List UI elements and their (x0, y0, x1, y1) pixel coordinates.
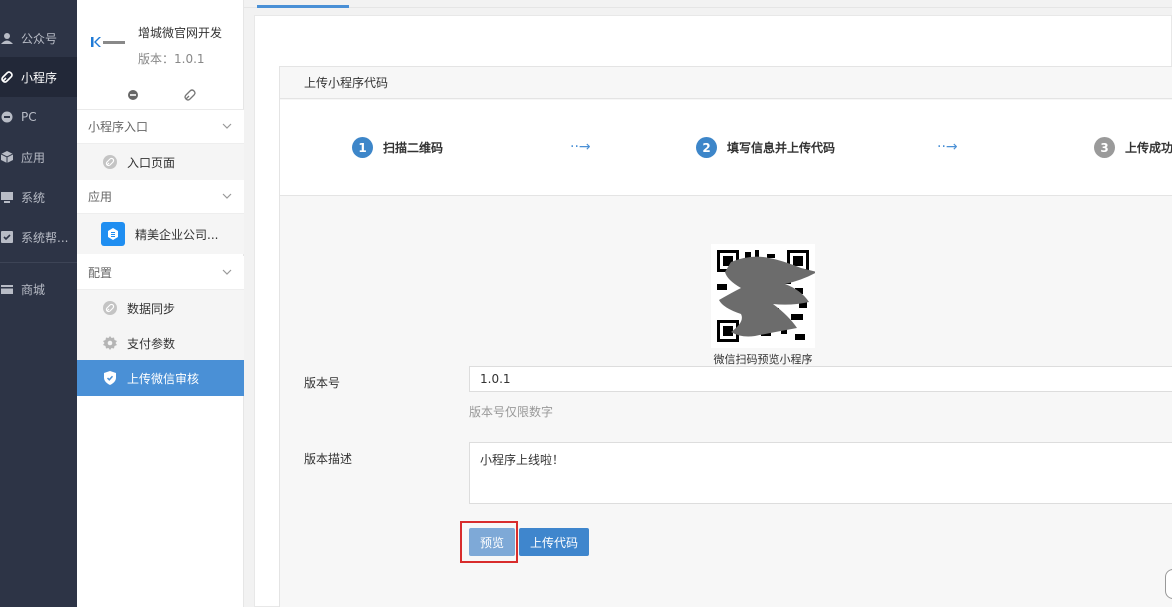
step-label: 填写信息并上传代码 (727, 141, 836, 155)
nav-item-label: 小程序 (21, 70, 58, 85)
nav-item-system-help[interactable]: 系统帮... (0, 217, 77, 257)
step-label: 上传成功 (1125, 141, 1172, 155)
sidebar-item-label: 上传微信审核 (127, 371, 200, 386)
brand-header: 增城微官网开发 版本：1.0.1 (77, 0, 244, 110)
link-icon (1, 71, 13, 83)
main-nav: 公众号 小程序 PC 应用 系统 系统帮... 商城 (0, 0, 77, 607)
app-root: 公众号 小程序 PC 应用 系统 系统帮... 商城 增城微官网开发 版本：1.… (0, 0, 1172, 607)
secondary-sidebar: 增城微官网开发 版本：1.0.1 小程序入口 入口页面 应用 精美企业公司...… (77, 0, 244, 607)
nav-item-label: 公众号 (21, 31, 58, 46)
monitor-icon (1, 192, 13, 203)
user-icon (1, 33, 13, 44)
nav-item-label: 系统 (21, 190, 46, 205)
sidebar-item-label: 支付参数 (127, 336, 176, 351)
scroll-handle[interactable] (1165, 569, 1172, 599)
section-title: 小程序入口 (88, 120, 149, 134)
link-icon (103, 155, 117, 169)
description-textarea[interactable]: 小程序上线啦！ (469, 442, 1172, 504)
store-icon (1, 285, 13, 294)
sidebar-item-label: 入口页面 (127, 155, 176, 170)
sidebar-item-label: 精美企业公司... (135, 227, 219, 242)
section-title: 配置 (88, 266, 113, 280)
preview-button[interactable]: 预览 (469, 528, 515, 556)
nav-divider (0, 262, 77, 263)
brand-name: 增城微官网开发 (138, 26, 223, 40)
step-label: 扫描二维码 (383, 141, 444, 155)
active-tab-indicator (257, 5, 349, 8)
nav-item-label: PC (21, 110, 37, 124)
step-bar: 1 扫描二维码 ··→ 2 填写信息并上传代码 ··→ 3 上传成功 (280, 100, 1172, 196)
section-config[interactable]: 配置 (77, 256, 244, 290)
chevron-down-icon (222, 193, 232, 199)
qr-caption: 微信扫码预览小程序 (713, 353, 813, 366)
section-title: 应用 (88, 190, 113, 204)
step-1: 1 扫描二维码 (352, 137, 443, 158)
sidebar-item-upload-review[interactable]: 上传微信审核 (77, 360, 244, 396)
sidebar-item-data-sync[interactable]: 数据同步 (77, 290, 244, 326)
circle-icon (1, 111, 13, 123)
step-number: 2 (696, 137, 717, 158)
step-2: 2 填写信息并上传代码 (696, 137, 835, 158)
sync-icon (103, 301, 117, 315)
nav-item-label: 应用 (21, 150, 46, 165)
top-tab-bar (244, 0, 1172, 8)
brand-version: 版本：1.0.1 (138, 52, 205, 66)
panel-title: 上传小程序代码 (280, 67, 1172, 99)
section-apps[interactable]: 应用 (77, 180, 244, 214)
nav-item-official-account[interactable]: 公众号 (0, 18, 77, 58)
step-arrow: ··→ (570, 139, 591, 155)
section-entry[interactable]: 小程序入口 (77, 110, 244, 144)
shield-icon (104, 371, 116, 385)
nav-item-pc[interactable]: PC (0, 97, 77, 137)
step-number: 1 (352, 137, 373, 158)
chevron-down-icon (222, 269, 232, 275)
nav-item-label: 商城 (21, 282, 46, 297)
nav-item-label: 系统帮... (21, 230, 69, 245)
cube-icon (1, 151, 13, 163)
nav-item-store[interactable]: 商城 (0, 269, 77, 309)
version-hint: 版本号仅限数字 (469, 405, 554, 419)
step-3: 3 上传成功 (1094, 137, 1172, 158)
sidebar-item-entry-page[interactable]: 入口页面 (77, 144, 244, 180)
sidebar-item-payment-params[interactable]: 支付参数 (77, 325, 244, 361)
version-label: 版本号 (304, 376, 341, 390)
description-label: 版本描述 (304, 452, 353, 466)
upload-panel: 上传小程序代码 1 扫描二维码 ··→ 2 填写信息并上传代码 ··→ 3 上传… (279, 66, 1172, 607)
sidebar-item-label: 数据同步 (127, 301, 176, 316)
upload-code-button[interactable]: 上传代码 (519, 528, 589, 556)
app-icon (101, 222, 125, 246)
step-arrow: ··→ (937, 139, 958, 155)
help-icon (1, 231, 13, 243)
version-input[interactable]: 1.0.1 (469, 366, 1172, 392)
minus-circle-icon[interactable] (127, 89, 139, 101)
nav-item-mini-program[interactable]: 小程序 (0, 57, 77, 97)
logo-icon (91, 37, 125, 47)
chevron-down-icon (222, 123, 232, 129)
nav-item-system[interactable]: 系统 (0, 177, 77, 217)
nav-item-apps[interactable]: 应用 (0, 137, 77, 177)
main-content: 上传小程序代码 1 扫描二维码 ··→ 2 填写信息并上传代码 ··→ 3 上传… (244, 0, 1172, 607)
qr-code-image[interactable] (711, 244, 815, 348)
gear-icon (103, 336, 117, 350)
brand-logo (91, 36, 125, 48)
step-number: 3 (1094, 137, 1115, 158)
link-icon[interactable] (184, 89, 196, 101)
sidebar-item-app[interactable]: 精美企业公司... (77, 214, 244, 254)
content-card: 上传小程序代码 1 扫描二维码 ··→ 2 填写信息并上传代码 ··→ 3 上传… (254, 15, 1172, 607)
